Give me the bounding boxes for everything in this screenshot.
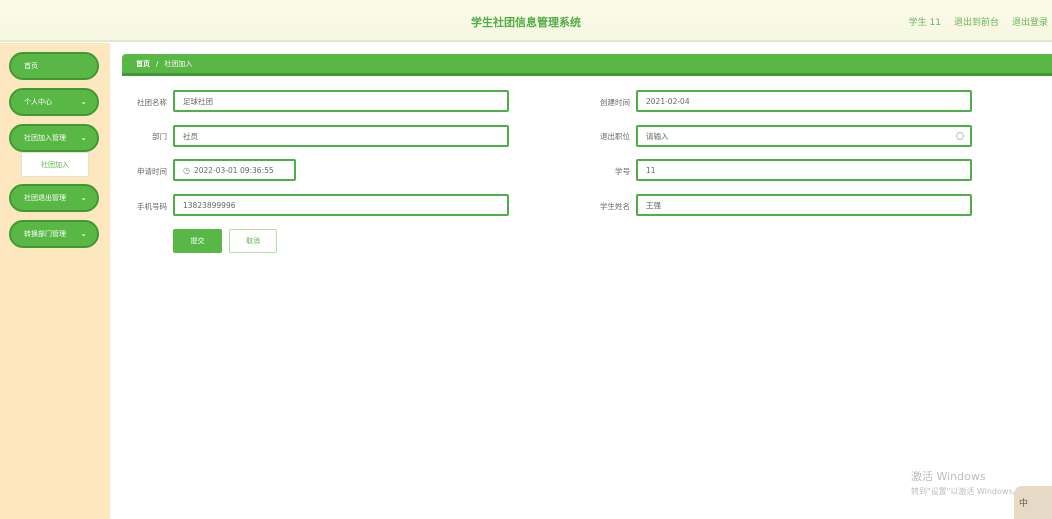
chevron-down-icon: ⌄ — [80, 97, 87, 106]
chevron-down-icon: ⌄ — [80, 229, 87, 238]
created-time-field[interactable]: 2021-02-04 — [636, 90, 972, 112]
department-label: 部门 — [152, 132, 167, 141]
watermark-line1: 激活 Windows — [911, 470, 986, 483]
sidebar: 首页 个人中心 ⌄ 社团加入管理 ⌄ 社团加入 社团退出管理 ⌄ 转换部门管理 … — [0, 43, 110, 519]
breadcrumb: 首页 / 社团加入 — [122, 54, 1052, 76]
header-actions: 学生 11 退出到前台 退出登录 — [909, 15, 1048, 28]
front-link[interactable]: 退出到前台 — [954, 15, 999, 28]
cancel-button[interactable]: 取消 — [229, 229, 277, 253]
phone-label: 手机号码 — [137, 202, 167, 211]
windows-activation-watermark: 激活 Windows 转到"设置"以激活 Windows。 — [911, 468, 1021, 497]
exit-position-select[interactable]: 请输入 — [636, 125, 972, 147]
logout-link[interactable]: 退出登录 — [1012, 15, 1048, 28]
sidebar-subitem-join[interactable]: 社团加入 — [21, 152, 89, 177]
sidebar-item-profile[interactable]: 个人中心 ⌄ — [9, 88, 99, 116]
sidebar-item-label: 首页 — [24, 62, 38, 70]
sidebar-item-label: 个人中心 — [24, 98, 52, 106]
sidebar-item-home[interactable]: 首页 — [9, 52, 99, 80]
user-label: 学生 11 — [908, 18, 941, 28]
student-name-field[interactable]: 王强 — [636, 194, 972, 216]
phone-field[interactable]: 13823899996 — [173, 194, 509, 216]
created-time-label: 创建时间 — [600, 98, 630, 107]
student-name-label: 学生姓名 — [600, 202, 630, 211]
chevron-down-icon: ⌄ — [80, 133, 87, 142]
clear-icon[interactable] — [956, 132, 964, 140]
sidebar-item-label: 社团退出管理 — [24, 194, 66, 202]
club-name-value: 足球社团 — [183, 96, 213, 106]
exit-position-label: 退出职位 — [600, 132, 630, 141]
breadcrumb-separator: / — [156, 59, 159, 68]
breadcrumb-current: 社团加入 — [164, 59, 193, 68]
submit-button[interactable]: 提交 — [173, 229, 222, 253]
sidebar-item-label: 社团加入管理 — [24, 134, 66, 142]
club-name-field[interactable]: 足球社团 — [173, 90, 509, 112]
apply-time-label: 申请时间 — [137, 167, 167, 176]
apply-time-value: 2022-03-01 09:36:55 — [193, 165, 274, 175]
created-time-value: 2021-02-04 — [646, 96, 690, 106]
student-no-field[interactable]: 11 — [636, 159, 972, 181]
clock-icon: ◷ — [183, 165, 190, 175]
chevron-down-icon: ⌄ — [80, 193, 87, 202]
exit-position-placeholder: 请输入 — [646, 131, 669, 141]
ime-indicator[interactable]: 中 — [1014, 486, 1052, 519]
app-title: 学生社团信息管理系统 — [471, 16, 581, 29]
student-no-value: 11 — [646, 165, 656, 175]
student-no-label: 学号 — [615, 167, 630, 176]
sidebar-item-exit-manage[interactable]: 社团退出管理 ⌄ — [9, 184, 99, 212]
sidebar-item-label: 转换部门管理 — [24, 230, 66, 238]
department-value: 社员 — [183, 131, 198, 141]
apply-time-field[interactable]: ◷ 2022-03-01 09:36:55 — [173, 159, 296, 181]
watermark-line2: 转到"设置"以激活 Windows。 — [911, 487, 1021, 496]
phone-value: 13823899996 — [183, 200, 236, 210]
student-name-value: 王强 — [646, 200, 661, 210]
department-field[interactable]: 社员 — [173, 125, 509, 147]
club-name-label: 社团名称 — [137, 98, 167, 107]
top-header: 学生社团信息管理系统 学生 11 退出到前台 退出登录 — [0, 0, 1052, 42]
sidebar-item-transfer-manage[interactable]: 转换部门管理 ⌄ — [9, 220, 99, 248]
sidebar-item-join-manage[interactable]: 社团加入管理 ⌄ — [9, 124, 99, 152]
breadcrumb-home[interactable]: 首页 — [136, 59, 150, 69]
